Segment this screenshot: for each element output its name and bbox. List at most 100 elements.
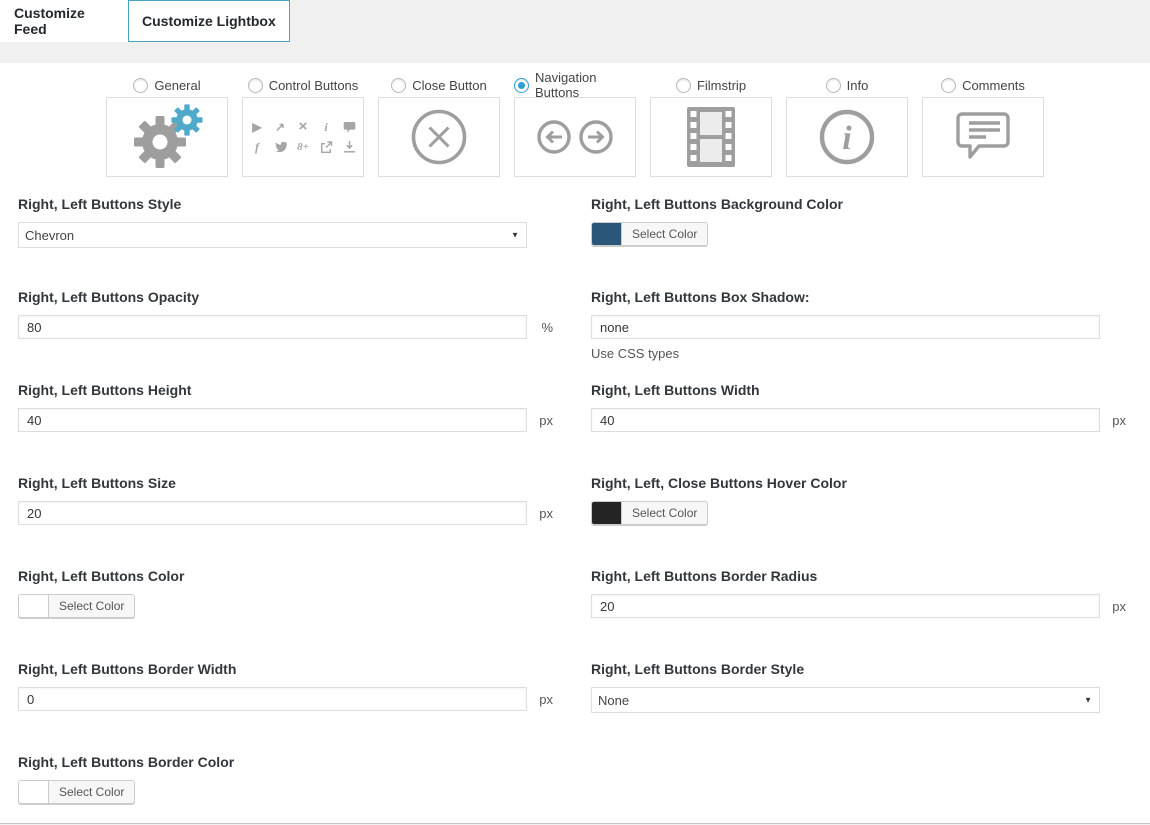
buttons-width-label: Right, Left Buttons Width bbox=[591, 382, 1100, 398]
border-radius-label: Right, Left Buttons Border Radius bbox=[591, 568, 1100, 584]
general-icon-box bbox=[106, 97, 228, 177]
close-button-icon-box bbox=[378, 97, 500, 177]
section-general: General bbox=[106, 76, 228, 177]
box-shadow-label: Right, Left Buttons Box Shadow: bbox=[591, 289, 1100, 305]
radio-comments-row[interactable]: Comments bbox=[922, 76, 1044, 94]
radio-info[interactable] bbox=[826, 78, 841, 93]
field-buttons-style: Right, Left Buttons Style Chevron ▼ bbox=[18, 196, 527, 289]
control-buttons-icon: ▶ ↗ × i f bbox=[251, 121, 356, 153]
field-buttons-width: Right, Left Buttons Width px bbox=[591, 382, 1100, 475]
radio-general-label: General bbox=[154, 78, 200, 93]
filmstrip-icon bbox=[680, 105, 742, 169]
field-buttons-color: Right, Left Buttons Color Select Color bbox=[18, 568, 527, 661]
buttons-color-picker-button[interactable]: Select Color bbox=[18, 594, 135, 618]
radio-close-button-label: Close Button bbox=[412, 78, 486, 93]
hover-color-label: Right, Left, Close Buttons Hover Color bbox=[591, 475, 1100, 491]
field-opacity: Right, Left Buttons Opacity % bbox=[18, 289, 527, 382]
radio-info-row[interactable]: Info bbox=[786, 76, 908, 94]
navigation-buttons-icon-box bbox=[514, 97, 636, 177]
buttons-size-input[interactable] bbox=[18, 501, 527, 525]
svg-text:i: i bbox=[842, 120, 852, 157]
radio-filmstrip-row[interactable]: Filmstrip bbox=[650, 76, 772, 94]
close-circle-icon bbox=[408, 106, 470, 168]
twitter-icon bbox=[274, 141, 287, 153]
box-shadow-input[interactable] bbox=[591, 315, 1100, 339]
facebook-icon: f bbox=[251, 141, 264, 153]
field-buttons-height: Right, Left Buttons Height px bbox=[18, 382, 527, 475]
radio-navigation-buttons-row[interactable]: Navigation Buttons bbox=[514, 76, 636, 94]
box-shadow-hint: Use CSS types bbox=[591, 346, 1100, 361]
buttons-size-label: Right, Left Buttons Size bbox=[18, 475, 527, 491]
radio-navigation-buttons[interactable] bbox=[514, 78, 529, 93]
radio-comments[interactable] bbox=[941, 78, 956, 93]
buttons-height-label: Right, Left Buttons Height bbox=[18, 382, 527, 398]
buttons-width-input[interactable] bbox=[591, 408, 1100, 432]
background-color-picker-button[interactable]: Select Color bbox=[591, 222, 708, 246]
radio-general-row[interactable]: General bbox=[106, 76, 228, 94]
background-color-label: Right, Left Buttons Background Color bbox=[591, 196, 1100, 212]
filmstrip-icon-box bbox=[650, 97, 772, 177]
comment-bubble-icon bbox=[952, 110, 1014, 164]
tab-customize-feed[interactable]: Customize Feed bbox=[0, 0, 128, 42]
radio-control-buttons-label: Control Buttons bbox=[269, 78, 359, 93]
section-close-button: Close Button bbox=[378, 76, 500, 177]
border-color-picker-button[interactable]: Select Color bbox=[18, 780, 135, 804]
buttons-height-input[interactable] bbox=[18, 408, 527, 432]
border-style-label: Right, Left Buttons Border Style bbox=[591, 661, 1100, 677]
radio-filmstrip[interactable] bbox=[676, 78, 691, 93]
buttons-style-select[interactable]: Chevron bbox=[18, 222, 527, 248]
border-radius-unit: px bbox=[1112, 599, 1126, 614]
section-selector: General bbox=[0, 63, 1150, 177]
field-buttons-size: Right, Left Buttons Size px bbox=[18, 475, 527, 568]
background-color-swatch bbox=[592, 223, 622, 245]
radio-comments-label: Comments bbox=[962, 78, 1025, 93]
control-buttons-icon-box: ▶ ↗ × i f bbox=[242, 97, 364, 177]
play-icon: ▶ bbox=[251, 121, 264, 133]
buttons-height-unit: px bbox=[539, 413, 553, 428]
section-navigation-buttons: Navigation Buttons bbox=[514, 76, 636, 177]
tab-bar: Customize Feed Customize Lightbox bbox=[0, 0, 1150, 42]
field-border-radius: Right, Left Buttons Border Radius px bbox=[591, 568, 1100, 661]
opacity-unit: % bbox=[541, 320, 553, 335]
radio-general[interactable] bbox=[133, 78, 148, 93]
border-color-picker-label: Select Color bbox=[49, 781, 134, 803]
field-box-shadow: Right, Left Buttons Box Shadow: Use CSS … bbox=[591, 289, 1100, 382]
opacity-label: Right, Left Buttons Opacity bbox=[18, 289, 527, 305]
info-mini-icon: i bbox=[320, 121, 333, 133]
download-icon bbox=[343, 141, 356, 153]
radio-filmstrip-label: Filmstrip bbox=[697, 78, 746, 93]
opacity-input[interactable] bbox=[18, 315, 527, 339]
buttons-color-swatch bbox=[19, 595, 49, 617]
background-color-picker-label: Select Color bbox=[622, 223, 707, 245]
radio-control-buttons[interactable] bbox=[248, 78, 263, 93]
buttons-color-label: Right, Left Buttons Color bbox=[18, 568, 527, 584]
border-color-label: Right, Left Buttons Border Color bbox=[18, 754, 527, 770]
radio-info-label: Info bbox=[847, 78, 869, 93]
radio-close-button[interactable] bbox=[391, 78, 406, 93]
tab-customize-lightbox[interactable]: Customize Lightbox bbox=[128, 0, 290, 42]
hover-color-picker-label: Select Color bbox=[622, 502, 707, 524]
buttons-width-unit: px bbox=[1112, 413, 1126, 428]
tab-customize-lightbox-label: Customize Lightbox bbox=[142, 13, 276, 29]
field-border-color: Right, Left Buttons Border Color Select … bbox=[18, 754, 527, 825]
hover-color-picker-button[interactable]: Select Color bbox=[591, 501, 708, 525]
field-hover-color: Right, Left, Close Buttons Hover Color S… bbox=[591, 475, 1100, 568]
field-border-width: Right, Left Buttons Border Width px bbox=[18, 661, 527, 754]
lightbox-settings-panel: General bbox=[0, 63, 1150, 824]
comment-mini-icon bbox=[343, 121, 356, 133]
section-info: Info i bbox=[786, 76, 908, 177]
external-link-icon bbox=[320, 141, 333, 153]
radio-control-buttons-row[interactable]: Control Buttons bbox=[242, 76, 364, 94]
tab-customize-feed-label: Customize Feed bbox=[14, 5, 114, 37]
section-filmstrip: Filmstrip bbox=[650, 76, 772, 177]
settings-form: Right, Left Buttons Style Chevron ▼ Righ… bbox=[0, 177, 1150, 825]
border-style-select[interactable]: None bbox=[591, 687, 1100, 713]
border-width-input[interactable] bbox=[18, 687, 527, 711]
buttons-color-picker-label: Select Color bbox=[49, 595, 134, 617]
googleplus-icon: 8+ bbox=[297, 141, 310, 153]
radio-navigation-buttons-label: Navigation Buttons bbox=[535, 70, 636, 100]
radio-close-button-row[interactable]: Close Button bbox=[378, 76, 500, 94]
info-circle-icon: i bbox=[816, 106, 878, 168]
border-radius-input[interactable] bbox=[591, 594, 1100, 618]
section-control-buttons: Control Buttons ▶ ↗ × i bbox=[242, 76, 364, 177]
